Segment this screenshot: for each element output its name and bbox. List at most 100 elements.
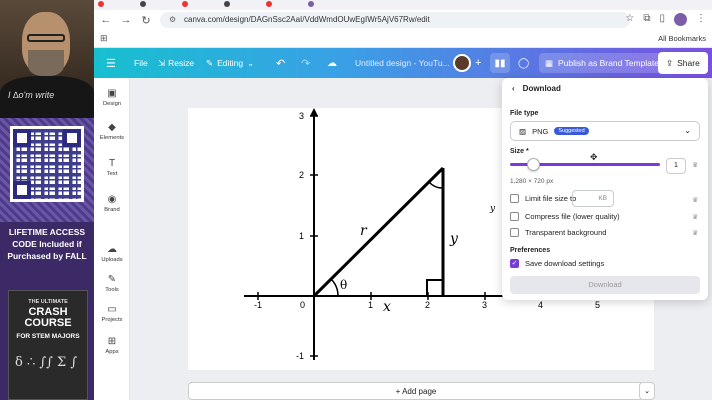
chevron-down-icon: ⌄ <box>684 126 691 135</box>
glasses <box>27 34 65 42</box>
suggested-badge: Suggested <box>554 127 589 135</box>
file-type-value: PNG <box>532 126 549 136</box>
rail-item-design[interactable]: ▣ Design <box>94 88 130 107</box>
back-arrow-icon[interactable]: ‹ <box>512 84 515 93</box>
redo-icon[interactable]: ↷ <box>301 48 310 78</box>
mouse-cursor-icon: ✥ <box>590 152 598 162</box>
design-title[interactable]: Untitled design - YouTu... <box>355 48 450 78</box>
save-settings-option[interactable]: ✓ Save download settings <box>510 259 604 268</box>
apps-grid-icon[interactable]: ⊞ <box>100 33 108 44</box>
file-menu[interactable]: File <box>134 48 148 78</box>
file-type-select[interactable]: ▨ PNG Suggested ⌄ <box>510 121 700 141</box>
star-icon[interactable]: ☆ <box>625 13 634 26</box>
x-tick: 5 <box>595 300 600 310</box>
uploads-icon: ☁ <box>107 244 117 255</box>
chevron-down-icon[interactable]: ⌄ <box>639 382 655 400</box>
resize-icon: ⇲ <box>158 57 166 68</box>
rail-item-label: Uploads <box>101 257 123 263</box>
insights-icon[interactable]: ▮▮ <box>490 53 510 73</box>
pencil-icon: ✎ <box>206 57 214 68</box>
size-input[interactable]: 1 <box>666 158 686 174</box>
browser-tab[interactable] <box>224 0 264 8</box>
webcam-feed: I ∆o'm write <box>0 0 94 118</box>
x-tick: 2 <box>425 300 430 310</box>
x-label: x <box>383 299 391 315</box>
upload-icon: ⇪ <box>666 57 674 68</box>
kb-input[interactable]: KB <box>572 190 614 207</box>
x-tick: 1 <box>368 300 373 310</box>
size-label: Size * <box>510 148 529 155</box>
rail-item-projects[interactable]: ▭ Projects <box>94 304 130 323</box>
url-field[interactable]: ⚙ canva.com/design/DAGnSsc2AaI/VddWmdOUw… <box>160 12 630 28</box>
theta-label: θ <box>340 278 347 292</box>
tab-strip <box>94 0 712 10</box>
forward-icon[interactable]: → <box>120 14 132 26</box>
undo-icon[interactable]: ↶ <box>276 48 285 78</box>
transparent-option[interactable]: Transparent background <box>510 228 606 237</box>
theta-arc <box>330 278 339 297</box>
right-angle-marker <box>426 279 444 297</box>
transparent-checkbox[interactable] <box>510 228 519 237</box>
size-slider-thumb[interactable] <box>526 158 540 171</box>
rail-item-tools[interactable]: ✎ Tools <box>94 274 130 293</box>
dimensions-text: 1,280 × 720 px <box>510 178 554 185</box>
download-panel: ‹ Download File type ▨ PNG Suggested ⌄ S… <box>502 78 708 300</box>
editing-mode-button[interactable]: ✎ Editing ⌄ <box>206 48 254 78</box>
limit-size-checkbox[interactable] <box>510 194 519 203</box>
profile-avatar[interactable] <box>674 13 687 26</box>
browser-tab[interactable] <box>308 0 348 8</box>
hypotenuse <box>312 166 445 298</box>
file-type-label: File type <box>510 110 539 117</box>
browser-tab[interactable] <box>98 0 138 8</box>
hamburger-icon[interactable]: ☰ <box>106 48 116 78</box>
rail-item-uploads[interactable]: ☁ Uploads <box>94 244 130 263</box>
browser-tab[interactable] <box>140 0 180 8</box>
preferences-label: Preferences <box>510 247 551 254</box>
rail-item-text[interactable]: T Text <box>94 158 130 177</box>
sidepanel-icon[interactable]: ▯ <box>659 13 665 26</box>
y-label: y <box>449 231 459 247</box>
share-button[interactable]: ⇪ Share <box>658 52 708 74</box>
menu-icon[interactable]: ⋮ <box>696 13 706 26</box>
extensions-icon[interactable]: ⧉ <box>643 13 650 26</box>
browser-tab[interactable] <box>182 0 222 8</box>
user-avatar[interactable] <box>453 54 471 72</box>
resize-button[interactable]: ⇲ Resize <box>158 48 194 78</box>
compress-option[interactable]: Compress file (lower quality) <box>510 212 620 221</box>
save-settings-checkbox[interactable]: ✓ <box>510 259 519 268</box>
comment-icon[interactable]: ◯ <box>518 48 529 78</box>
promo-text: LIFETIME ACCESS CODE Included if Purchas… <box>7 227 87 261</box>
rail-item-label: Design <box>102 101 122 107</box>
rail-item-apps[interactable]: ⊞ Apps <box>94 336 130 355</box>
y-axis-arrow <box>310 108 318 116</box>
rail-item-label: Tools <box>105 287 119 293</box>
back-icon[interactable]: ← <box>100 14 112 26</box>
projects-icon: ▭ <box>107 304 117 315</box>
rail-item-label: Apps <box>105 349 119 355</box>
cloud-save-icon[interactable]: ☁ <box>327 48 337 78</box>
reload-icon[interactable]: ↻ <box>140 14 152 27</box>
stream-panel: I ∆o'm write LIFETIME ACCESS CODE Includ… <box>0 0 94 400</box>
bookmarks-bar: ⊞ All Bookmarks <box>94 30 712 48</box>
x-tick: 4 <box>538 300 543 310</box>
text-icon: T <box>108 158 116 169</box>
add-collaborator-icon[interactable]: + <box>475 48 481 78</box>
qr-code-panel <box>0 118 94 222</box>
apps-icon: ⊞ <box>107 336 117 347</box>
limit-size-option[interactable]: Limit file size to <box>510 194 576 203</box>
all-bookmarks[interactable]: All Bookmarks <box>658 34 706 43</box>
publish-brand-template-button[interactable]: ▦ Publish as Brand Template <box>539 53 665 73</box>
brand-icon: ◉ <box>107 194 117 205</box>
browser-window: ← → ↻ ⚙ canva.com/design/DAGnSsc2AaI/Vdd… <box>94 0 712 400</box>
rail-item-elements[interactable]: ◆ Elements <box>94 122 130 141</box>
download-button[interactable]: Download <box>510 276 700 294</box>
rail-item-label: Brand <box>104 207 120 213</box>
compress-checkbox[interactable] <box>510 212 519 221</box>
download-header: ‹ Download <box>512 84 561 93</box>
site-info-icon[interactable]: ⚙ <box>169 15 176 24</box>
browser-tab[interactable] <box>266 0 306 8</box>
add-page-button[interactable]: + Add page <box>188 382 644 400</box>
rail-item-brand[interactable]: ◉ Brand <box>94 194 130 213</box>
x-tick: 0 <box>300 300 305 310</box>
design-icon: ▣ <box>107 88 117 99</box>
